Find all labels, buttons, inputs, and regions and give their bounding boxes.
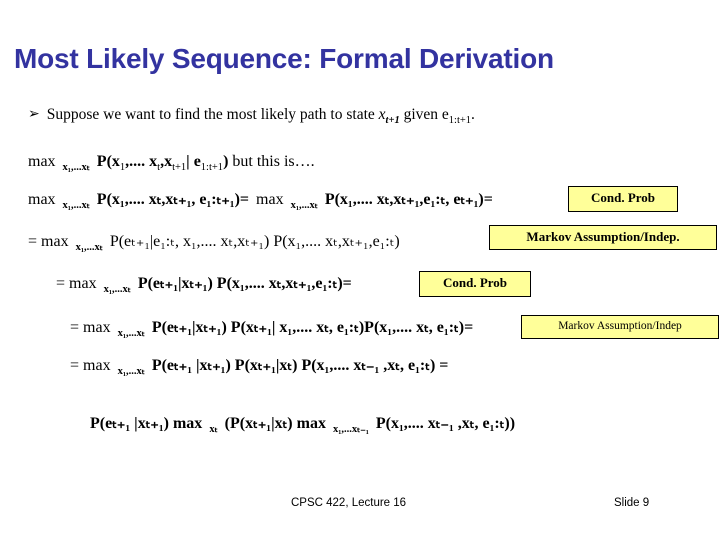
eq3-max-subscript: x₁,...xₜ [75, 242, 103, 253]
footer-course-label: CPSC 422, Lecture 16 [291, 497, 407, 509]
markov-callout-2[interactable]: Markov Assumption/Indep [521, 315, 719, 339]
eq2-lhs-max: max [28, 191, 56, 208]
bullet-line: ➢ Suppose we want to find the most likely… [28, 104, 698, 131]
eq3-lead: = max [28, 233, 69, 250]
eq7-body: P(eₜ₊₁ |xₜ₊₁) max [90, 415, 203, 432]
footer-slide-number: Slide 9 [614, 497, 650, 509]
eq6-max-subscript: x₁,...xₜ [117, 366, 145, 377]
eq4-body: P(eₜ₊₁|xₜ₊₁) P(x₁,.... xₜ,xₜ₊₁,e₁:ₜ)= [137, 275, 352, 292]
eq1-sub3: t+1 [172, 162, 187, 173]
bullet-text-a: Suppose we want to find the most likely … [46, 106, 379, 123]
equation-line-2: max x₁,...xₜ P(x₁,.... xₜ,xₜ₊₁, e₁:ₜ₊₁)= ma… [28, 190, 493, 216]
bullet-text-b: given [399, 106, 442, 123]
equation-line-3: = max x₁,...xₜ P(eₜ₊₁|e₁:ₜ, x₁,.... xₜ,xₜ₊… [28, 232, 400, 258]
bullet-var-e: e [441, 106, 449, 123]
eq2-lhs-body: P(x₁,.... xₜ,xₜ₊₁, e₁:ₜ₊₁)= [96, 191, 250, 208]
eq1-max: max [28, 153, 56, 170]
eq1-body-mid: ,.... x [125, 153, 158, 170]
eq5-max-subscript: x₁,...xₜ [117, 328, 145, 339]
eq5-lead: = max [70, 319, 111, 336]
equation-line-7: P(eₜ₊₁ |xₜ₊₁) max xₜ (P(xₜ₊₁|xₜ) max x₁,...… [90, 414, 515, 440]
bullet-var-x-subscript: t+1 [385, 115, 400, 126]
eq4-lead: = max [56, 275, 97, 292]
equation-line-4: = max x₁,...xₜ P(eₜ₊₁|xₜ₊₁) P(x₁,.... xₜ,x… [56, 274, 352, 300]
eq7-max-subscript-2: x₁,...xₜ₋₁ [332, 424, 369, 435]
eq4-max-subscript: x₁,...xₜ [103, 284, 131, 295]
bullet-var-x: x [378, 106, 386, 123]
slide-title: Most Likely Sequence: Formal Derivation [14, 43, 554, 74]
cond-prob-callout-2[interactable]: Cond. Prob [419, 271, 531, 297]
cond-prob-callout-1[interactable]: Cond. Prob [568, 186, 678, 212]
markov-callout-1[interactable]: Markov Assumption/Indep. [489, 225, 717, 250]
slide-canvas: Most Likely Sequence: Formal Derivation … [0, 0, 720, 540]
eq7-mid: (P(xₜ₊₁|xₜ) max [224, 415, 326, 432]
eq7-max-subscript-1: xₜ [209, 424, 218, 435]
eq7-tail: P(x₁,.... xₜ₋₁ ,xₜ, e₁:ₜ)) [375, 415, 516, 432]
eq1-max-subscript: x₁,...xₜ [62, 162, 90, 173]
eq6-body: P(eₜ₊₁ |xₜ₊₁) P(xₜ₊₁|xₜ) P(x₁,.... xₜ₋₁ … [151, 357, 449, 374]
equation-line-1: max x₁,...xₜ P(x1,.... xt,xt+1| e1:t+1) bu… [28, 152, 315, 178]
eq3-body: P(eₜ₊₁|e₁:ₜ, x₁,.... xₜ,xₜ₊₁) P(x₁,.... … [109, 233, 400, 250]
equation-line-6: = max x₁,...xₜ P(eₜ₊₁ |xₜ₊₁) P(xₜ₊₁|xₜ) P(… [70, 356, 448, 382]
eq1-body-prefix: P(x [96, 153, 120, 170]
eq1-sub4: 1:t+1 [200, 162, 224, 173]
eq2-rhs-max: max [256, 191, 284, 208]
eq1-body-mid2: ,x [160, 153, 173, 170]
eq1-body-bar: | e [186, 153, 201, 170]
bullet-var-e-subscript: 1:t+1 [448, 115, 472, 126]
eq5-body: P(eₜ₊₁|xₜ₊₁) P(xₜ₊₁| x₁,.... xₜ, e₁:ₜ)P(… [151, 319, 474, 336]
equation-line-5: = max x₁,...xₜ P(eₜ₊₁|xₜ₊₁) P(xₜ₊₁| x₁,...… [70, 318, 473, 344]
eq2-lhs-max-subscript: x₁,...xₜ [62, 200, 90, 211]
eq2-rhs-max-subscript: x₁,...xₜ [290, 200, 318, 211]
eq2-rhs-body: P(x₁,.... xₜ,xₜ₊₁,e₁:ₜ, eₜ₊₁)= [324, 191, 493, 208]
eq6-lead: = max [70, 357, 111, 374]
arrowhead-bullet-icon: ➢ [28, 106, 40, 122]
bullet-text-c: . [471, 106, 475, 123]
eq1-tail: but this is…. [228, 153, 315, 170]
